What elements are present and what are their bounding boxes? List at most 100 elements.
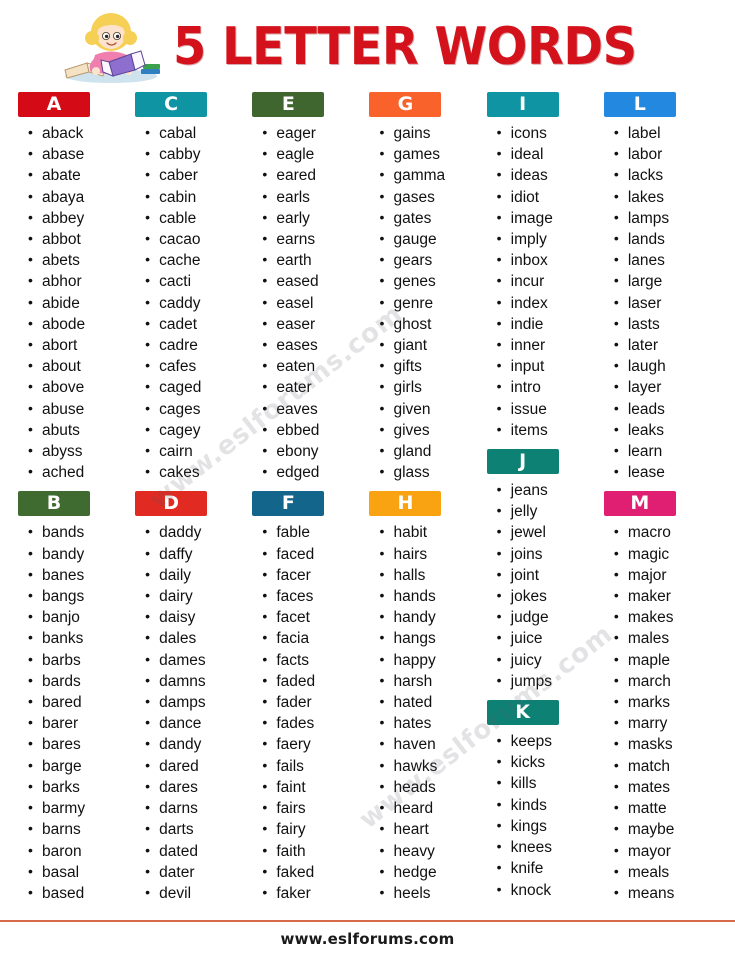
letter-badge-b: B — [18, 491, 90, 517]
word-item: masks — [614, 733, 721, 755]
word-item: bares — [28, 733, 135, 755]
letter-badge-f: F — [252, 491, 325, 517]
word-item: gases — [379, 186, 486, 208]
word-item: cable — [145, 207, 252, 229]
word-item: cacti — [145, 270, 252, 292]
word-item: abbot — [28, 228, 135, 250]
word-item: fades — [262, 712, 369, 734]
letter-badge-j: J — [486, 449, 559, 475]
word-item: gains — [379, 122, 486, 144]
word-item: caber — [145, 164, 252, 186]
word-item: given — [379, 398, 486, 420]
word-item: dared — [145, 755, 252, 777]
word-item: maple — [614, 649, 721, 671]
word-list-m: macromagicmajormakermakesmalesmaplemarch… — [604, 521, 721, 904]
word-item: genes — [379, 270, 486, 292]
word-item: image — [497, 207, 604, 229]
word-item: mates — [614, 776, 721, 798]
word-item: damns — [145, 670, 252, 692]
word-item: juicy — [497, 649, 604, 671]
word-list-d: daddydaffydailydairydaisydalesdamesdamns… — [135, 521, 252, 904]
word-item: faked — [262, 861, 369, 883]
word-item: fairs — [262, 797, 369, 819]
column-2: C cabalcabbycabercabincablecacaocachecac… — [135, 92, 252, 922]
word-item: lanes — [614, 249, 721, 271]
word-item: marry — [614, 712, 721, 734]
word-item: laugh — [614, 355, 721, 377]
word-item: hated — [379, 691, 486, 713]
word-item: faced — [262, 543, 369, 565]
word-item: eater — [262, 376, 369, 398]
word-item: edged — [262, 461, 369, 483]
word-item: gears — [379, 249, 486, 271]
word-item: jokes — [497, 585, 604, 607]
word-item: earls — [262, 186, 369, 208]
word-item: incur — [497, 270, 604, 292]
word-item: intro — [497, 376, 604, 398]
word-item: glass — [379, 461, 486, 483]
word-item: earns — [262, 228, 369, 250]
word-item: cacao — [145, 228, 252, 250]
word-item: eaten — [262, 355, 369, 377]
word-item: dames — [145, 649, 252, 671]
word-item: gives — [379, 419, 486, 441]
word-item: ached — [28, 461, 135, 483]
word-item: devil — [145, 882, 252, 904]
word-item: fails — [262, 755, 369, 777]
word-item: cairn — [145, 440, 252, 462]
word-item: abuts — [28, 419, 135, 441]
word-item: keeps — [497, 730, 604, 752]
word-item: abode — [28, 313, 135, 335]
word-item: macro — [614, 521, 721, 543]
word-item: faery — [262, 733, 369, 755]
word-item: hates — [379, 712, 486, 734]
word-item: genre — [379, 292, 486, 314]
word-item: ideas — [497, 164, 604, 186]
word-item: dares — [145, 776, 252, 798]
word-list-g: gainsgamesgammagasesgatesgaugegearsgenes… — [369, 122, 486, 483]
word-item: laser — [614, 292, 721, 314]
word-item: kicks — [497, 751, 604, 773]
word-item: bandy — [28, 543, 135, 565]
word-item: heard — [379, 797, 486, 819]
word-item: aback — [28, 122, 135, 144]
word-item: dairy — [145, 585, 252, 607]
word-item: abuse — [28, 398, 135, 420]
girl-reading-book-illustration — [59, 8, 163, 86]
word-item: inbox — [497, 249, 604, 271]
word-item: dandy — [145, 733, 252, 755]
word-item: indie — [497, 313, 604, 335]
word-item: gifts — [379, 355, 486, 377]
word-item: eared — [262, 164, 369, 186]
word-item: ghost — [379, 313, 486, 335]
word-item: idiot — [497, 186, 604, 208]
column-5: I iconsidealideasidiotimageimplyinboxinc… — [486, 92, 604, 922]
word-item: march — [614, 670, 721, 692]
column-3: E eagereagleearedearlsearlyearnseartheas… — [252, 92, 369, 922]
word-item: knees — [497, 836, 604, 858]
word-item: cages — [145, 398, 252, 420]
word-item: judge — [497, 606, 604, 628]
word-item: heels — [379, 882, 486, 904]
letter-badge-m: M — [603, 491, 676, 517]
word-item: barbs — [28, 649, 135, 671]
word-item: cafes — [145, 355, 252, 377]
word-item: gauge — [379, 228, 486, 250]
word-item: kings — [497, 815, 604, 837]
word-item: layer — [614, 376, 721, 398]
word-item: damps — [145, 691, 252, 713]
footer-site-url: www.eslforums.com — [280, 930, 455, 948]
word-item: cadet — [145, 313, 252, 335]
word-list-f: fablefacedfacerfacesfacetfaciafactsfaded… — [252, 521, 369, 904]
word-item: leaks — [614, 419, 721, 441]
word-item: input — [497, 355, 604, 377]
letter-badge-i: I — [486, 92, 559, 117]
word-item: heavy — [379, 839, 486, 862]
word-item: cache — [145, 249, 252, 271]
word-item: lacks — [614, 164, 721, 186]
word-item: games — [379, 143, 486, 165]
word-item: joins — [497, 543, 604, 565]
word-item: bangs — [28, 585, 135, 607]
word-item: label — [614, 122, 721, 144]
word-item: issue — [497, 398, 604, 420]
